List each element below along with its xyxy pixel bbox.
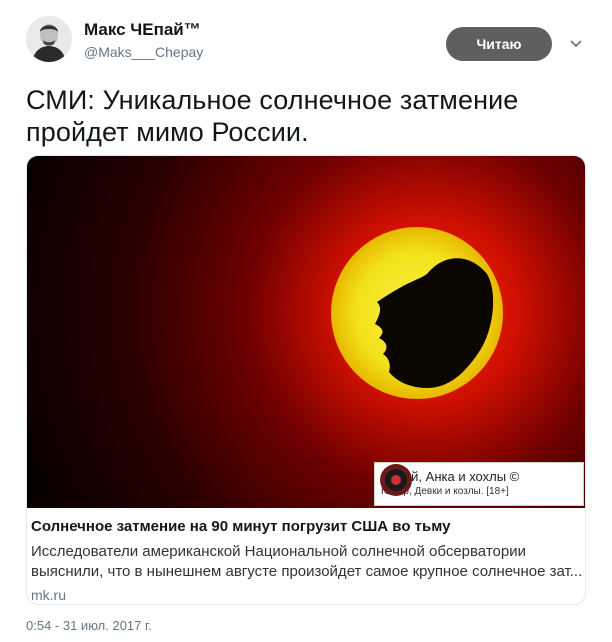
author-handle[interactable]: @Maks___Chepay [84,44,203,60]
card-description: Исследователи американской Национальной … [27,542,585,582]
image-watermark: Чапай, Анка и хохлы © Юмор, Девки и козл… [374,462,584,506]
follow-button-label: Читаю [476,36,522,52]
follow-button[interactable]: Читаю [446,27,552,61]
chevron-down-icon[interactable] [568,36,584,52]
card-image: Чапай, Анка и хохлы © Юмор, Девки и козл… [27,156,585,508]
card-description-line: выяснили, что в нынешнем августе произой… [31,563,583,580]
user-avatar-photo-icon [26,16,72,62]
eclipse-image-graphic [331,227,503,399]
community-logo-icon [380,464,412,496]
card-domain[interactable]: mk.ru [27,587,66,603]
card-title[interactable]: Солнечное затмение на 90 минут погрузит … [27,518,450,535]
avatar[interactable] [26,16,72,62]
author-display-name[interactable]: Макс ЧЕпай™ [84,20,201,40]
tweet-timestamp[interactable]: 0:54 - 31 июл. 2017 г. [26,618,152,633]
link-card[interactable]: Чапай, Анка и хохлы © Юмор, Девки и козл… [26,155,586,605]
card-description-line: Исследователи американской Национальной … [31,543,526,560]
tweet-text: СМИ: Уникальное солнечное затмение пройд… [26,85,519,147]
